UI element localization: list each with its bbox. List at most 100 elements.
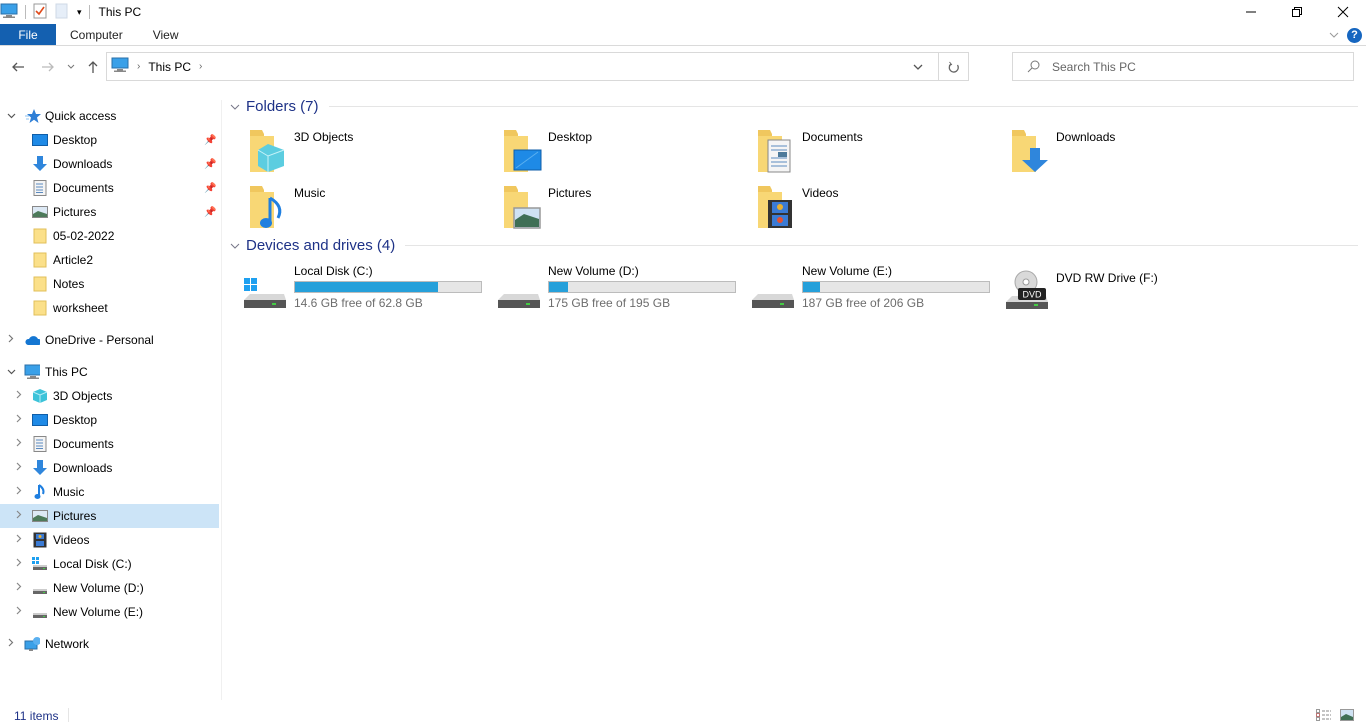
- sidebar-item-worksheet[interactable]: worksheet: [0, 296, 219, 320]
- chevron-right-icon[interactable]: [13, 606, 25, 618]
- folder-item-videos[interactable]: Videos: [756, 184, 1006, 236]
- chevron-down-icon: [913, 64, 923, 70]
- properties-icon[interactable]: [33, 3, 47, 22]
- search-input[interactable]: Search This PC: [1052, 60, 1136, 74]
- forward-button[interactable]: [38, 56, 58, 78]
- customize-qat-icon[interactable]: ▾: [77, 7, 82, 18]
- sidebar-item-network[interactable]: Network: [0, 632, 219, 656]
- sidebar-item-pictures[interactable]: Pictures: [0, 504, 219, 528]
- sidebar-item-new-volume-e[interactable]: New Volume (E:): [0, 600, 219, 624]
- breadcrumb-this-pc[interactable]: This PC: [148, 60, 191, 74]
- chevron-right-icon[interactable]: [13, 462, 25, 474]
- chevron-down-icon[interactable]: [5, 111, 17, 122]
- drive-icon: [32, 580, 48, 596]
- chevron-right-icon[interactable]: [5, 638, 17, 650]
- sidebar-label: Notes: [53, 277, 85, 291]
- tab-file[interactable]: File: [0, 24, 56, 45]
- breadcrumb-separator-icon[interactable]: ›: [199, 61, 202, 72]
- drive-item-d[interactable]: New Volume (D:) 175 GB free of 195 GB: [496, 264, 746, 316]
- help-icon[interactable]: ?: [1347, 27, 1362, 43]
- folder-item-pictures[interactable]: Pictures: [502, 184, 752, 236]
- devices-group-header[interactable]: Devices and drives (4): [230, 237, 1358, 254]
- refresh-button[interactable]: [938, 53, 968, 80]
- minimize-button[interactable]: [1228, 0, 1274, 24]
- pin-icon[interactable]: 📌: [204, 159, 216, 170]
- pin-icon[interactable]: 📌: [204, 183, 216, 194]
- address-bar[interactable]: › This PC ›: [106, 52, 969, 81]
- sidebar-item-downloads[interactable]: Downloads 📌: [0, 152, 219, 176]
- folder-item-downloads[interactable]: Downloads: [1010, 128, 1260, 180]
- folder-item-desktop[interactable]: Desktop: [502, 128, 752, 180]
- up-button[interactable]: [84, 56, 102, 78]
- sidebar-item-3d-objects[interactable]: 3D Objects: [0, 384, 219, 408]
- sidebar-item-notes[interactable]: Notes: [0, 272, 219, 296]
- pin-icon[interactable]: 📌: [204, 135, 216, 146]
- up-arrow-icon: [88, 61, 98, 73]
- drive-item-e[interactable]: New Volume (E:) 187 GB free of 206 GB: [750, 264, 1000, 316]
- back-button[interactable]: [8, 56, 28, 78]
- sidebar-item-documents[interactable]: Documents 📌: [0, 176, 219, 200]
- large-icons-view-icon: [1340, 709, 1354, 721]
- sidebar-label: Desktop: [53, 413, 98, 427]
- folders-group-header[interactable]: Folders (7): [230, 98, 1358, 115]
- back-arrow-icon: [12, 62, 24, 72]
- chevron-right-icon[interactable]: [13, 414, 25, 426]
- music-icon: [32, 484, 48, 500]
- sidebar-item-05-02-2022[interactable]: 05-02-2022: [0, 224, 219, 248]
- recent-locations-button[interactable]: [64, 56, 78, 78]
- pictures-folder-icon: [504, 186, 541, 229]
- sidebar-item-local-disk-c[interactable]: Local Disk (C:): [0, 552, 219, 576]
- drive-name: DVD RW Drive (F:): [1056, 271, 1158, 285]
- chevron-right-icon[interactable]: [13, 486, 25, 498]
- chevron-right-icon[interactable]: [13, 390, 25, 402]
- sidebar-item-desktop[interactable]: Desktop 📌: [0, 128, 219, 152]
- chevron-right-icon[interactable]: [13, 510, 25, 522]
- sidebar-label: 3D Objects: [53, 389, 113, 403]
- chevron-down-icon[interactable]: [230, 101, 240, 113]
- sidebar-label: Pictures: [53, 509, 97, 523]
- sidebar-item-documents[interactable]: Documents: [0, 432, 219, 456]
- chevron-right-icon[interactable]: [13, 534, 25, 546]
- sidebar-item-videos[interactable]: Videos: [0, 528, 219, 552]
- computer-icon[interactable]: [0, 3, 18, 22]
- sidebar-label: New Volume (E:): [53, 605, 144, 619]
- drive-item-c[interactable]: Local Disk (C:) 14.6 GB free of 62.8 GB: [242, 264, 492, 316]
- folder-item-3d-objects[interactable]: 3D Objects: [248, 128, 498, 180]
- sidebar-item-this-pc[interactable]: This PC: [0, 360, 219, 384]
- chevron-down-icon[interactable]: [230, 240, 240, 252]
- chevron-right-icon[interactable]: [13, 582, 25, 594]
- drive-usage-bar: [802, 281, 990, 293]
- pin-icon[interactable]: 📌: [204, 207, 216, 218]
- sidebar-item-new-volume-d[interactable]: New Volume (D:): [0, 576, 219, 600]
- sidebar-item-music[interactable]: Music: [0, 480, 219, 504]
- expand-ribbon-icon[interactable]: [1329, 30, 1339, 41]
- documents-folder-icon: [758, 130, 791, 173]
- sidebar-item-downloads[interactable]: Downloads: [0, 456, 219, 480]
- title-bar: ▾ This PC: [0, 0, 1366, 24]
- quick-access-toolbar: ▾ This PC: [0, 0, 141, 24]
- system-drive-icon: [32, 556, 48, 572]
- chevron-right-icon[interactable]: [5, 334, 17, 346]
- search-box[interactable]: Search This PC: [1012, 52, 1354, 81]
- chevron-down-icon[interactable]: [5, 367, 17, 378]
- breadcrumb-separator-icon[interactable]: ›: [137, 61, 140, 72]
- tab-computer[interactable]: Computer: [56, 24, 138, 45]
- tab-view[interactable]: View: [138, 24, 194, 45]
- chevron-right-icon[interactable]: [13, 558, 25, 570]
- close-button[interactable]: [1320, 0, 1366, 24]
- folder-item-music[interactable]: Music: [248, 184, 498, 236]
- drive-item-f[interactable]: DVD DVD RW Drive (F:): [1004, 264, 1254, 316]
- new-folder-icon[interactable]: [55, 3, 69, 22]
- sidebar-item-article2[interactable]: Article2: [0, 248, 219, 272]
- folder-item-documents[interactable]: Documents: [756, 128, 1006, 180]
- sidebar-label: Documents: [53, 181, 114, 195]
- sidebar-label: Article2: [53, 253, 94, 267]
- sidebar-item-onedrive[interactable]: OneDrive - Personal: [0, 328, 219, 352]
- restore-button[interactable]: [1274, 0, 1320, 24]
- downloads-icon: [32, 460, 48, 476]
- chevron-right-icon[interactable]: [13, 438, 25, 450]
- address-history-dropdown[interactable]: [906, 53, 930, 80]
- sidebar-item-quick-access[interactable]: Quick access: [0, 104, 219, 128]
- sidebar-item-desktop[interactable]: Desktop: [0, 408, 219, 432]
- sidebar-item-pictures[interactable]: Pictures 📌: [0, 200, 219, 224]
